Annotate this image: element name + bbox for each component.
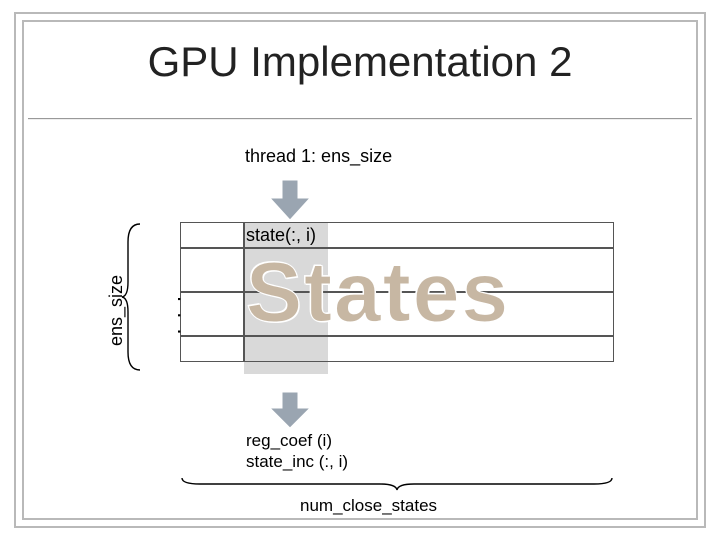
arrow-down-icon xyxy=(266,390,314,430)
table-cell xyxy=(180,248,244,292)
thread-label: thread 1: ens_size xyxy=(245,146,392,167)
num-close-states-label: num_close_states xyxy=(300,496,437,516)
state-inc-label: state_inc (:, i) xyxy=(246,451,348,472)
table-cell xyxy=(180,222,244,248)
table-cell xyxy=(180,336,244,362)
vertical-ellipsis: . . . xyxy=(172,296,198,337)
reg-coef-label: reg_coef (i) xyxy=(246,430,348,451)
output-labels: reg_coef (i) state_inc (:, i) xyxy=(246,430,348,473)
ens-size-axis-label: ens_size xyxy=(106,275,127,346)
title-divider xyxy=(28,118,692,119)
arrow-down-icon xyxy=(266,178,314,222)
bottom-brace-icon xyxy=(180,476,614,492)
states-watermark: States xyxy=(246,244,510,341)
slide-title: GPU Implementation 2 xyxy=(0,38,720,86)
